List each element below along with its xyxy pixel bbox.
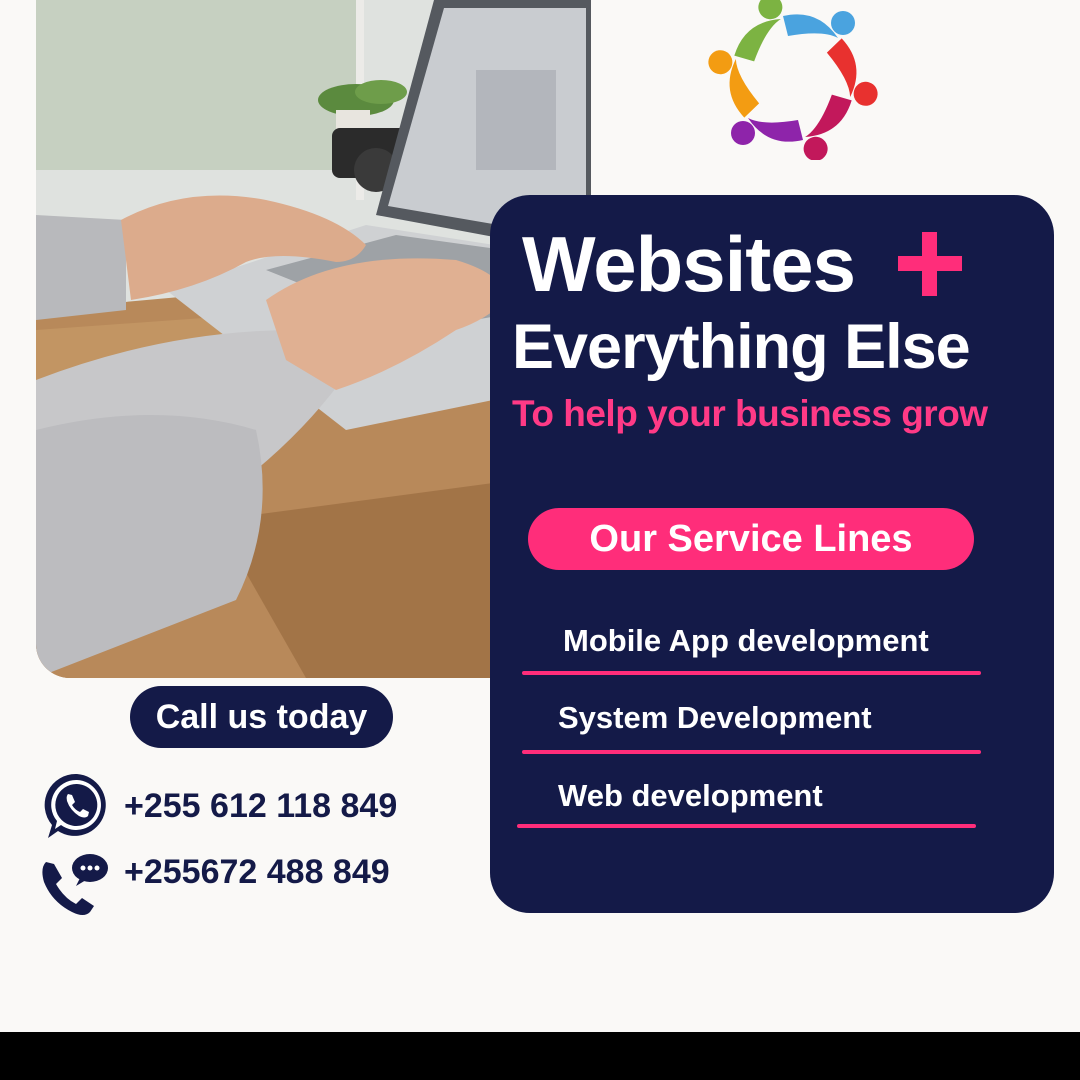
phone-number[interactable]: +255672 488 849 [124, 852, 390, 892]
plus-icon [898, 232, 962, 296]
call-us-today-badge: Call us today [130, 686, 393, 748]
bottom-black-bar [0, 1032, 1080, 1080]
service-divider [522, 671, 981, 675]
whatsapp-number[interactable]: +255 612 118 849 [124, 786, 397, 826]
service-item-web: Web development [558, 778, 823, 813]
service-item-system: System Development [558, 700, 872, 735]
service-divider [517, 824, 976, 828]
logo-graphic [708, 0, 878, 161]
headline-everything-else: Everything Else [512, 312, 971, 382]
whatsapp-icon [42, 770, 112, 842]
service-divider [522, 750, 981, 754]
headline-websites: Websites [522, 220, 856, 308]
service-item-mobile-app: Mobile App development [563, 623, 929, 658]
tagline: To help your business grow [512, 393, 988, 434]
people-circle-logo [698, 0, 888, 161]
service-lines-badge: Our Service Lines [528, 508, 974, 570]
phone-chat-icon [38, 850, 110, 920]
